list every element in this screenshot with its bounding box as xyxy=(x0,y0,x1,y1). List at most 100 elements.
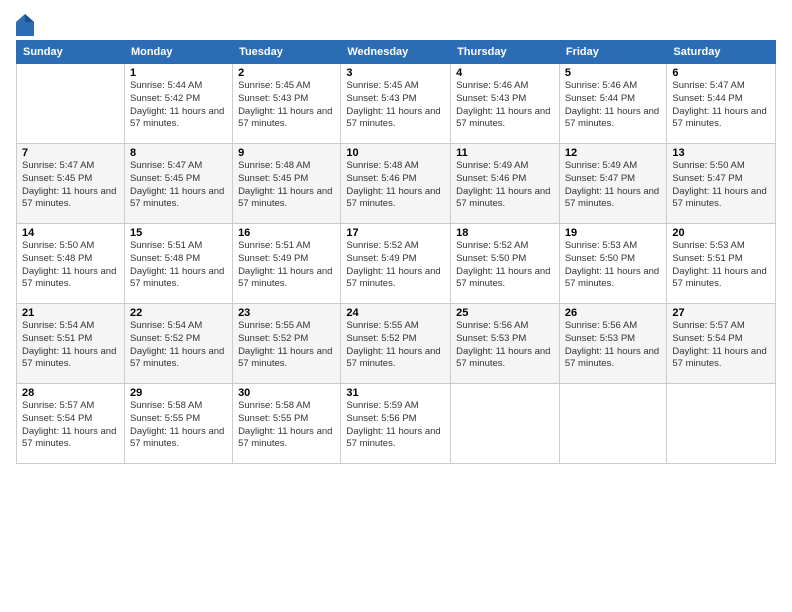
calendar-cell: 17Sunrise: 5:52 AM Sunset: 5:49 PM Dayli… xyxy=(341,224,451,304)
day-info: Sunrise: 5:52 AM Sunset: 5:49 PM Dayligh… xyxy=(346,240,445,291)
day-number: 25 xyxy=(456,307,554,319)
day-number: 22 xyxy=(130,307,227,319)
day-number: 4 xyxy=(456,67,554,79)
day-number: 3 xyxy=(346,67,445,79)
day-number: 17 xyxy=(346,227,445,239)
calendar-header-row: SundayMondayTuesdayWednesdayThursdayFrid… xyxy=(17,41,776,64)
day-number: 19 xyxy=(565,227,662,239)
calendar-cell: 19Sunrise: 5:53 AM Sunset: 5:50 PM Dayli… xyxy=(559,224,667,304)
day-number: 20 xyxy=(672,227,770,239)
calendar-cell xyxy=(667,384,776,464)
day-info: Sunrise: 5:53 AM Sunset: 5:50 PM Dayligh… xyxy=(565,240,662,291)
day-info: Sunrise: 5:51 AM Sunset: 5:49 PM Dayligh… xyxy=(238,240,335,291)
day-number: 15 xyxy=(130,227,227,239)
calendar-cell: 31Sunrise: 5:59 AM Sunset: 5:56 PM Dayli… xyxy=(341,384,451,464)
day-header-thursday: Thursday xyxy=(451,41,560,64)
day-number: 12 xyxy=(565,147,662,159)
day-info: Sunrise: 5:53 AM Sunset: 5:51 PM Dayligh… xyxy=(672,240,770,291)
week-row-2: 14Sunrise: 5:50 AM Sunset: 5:48 PM Dayli… xyxy=(17,224,776,304)
day-header-monday: Monday xyxy=(124,41,232,64)
calendar-cell: 8Sunrise: 5:47 AM Sunset: 5:45 PM Daylig… xyxy=(124,144,232,224)
day-info: Sunrise: 5:46 AM Sunset: 5:43 PM Dayligh… xyxy=(456,80,554,131)
day-info: Sunrise: 5:54 AM Sunset: 5:52 PM Dayligh… xyxy=(130,320,227,371)
day-info: Sunrise: 5:50 AM Sunset: 5:47 PM Dayligh… xyxy=(672,160,770,211)
day-info: Sunrise: 5:59 AM Sunset: 5:56 PM Dayligh… xyxy=(346,400,445,451)
week-row-1: 7Sunrise: 5:47 AM Sunset: 5:45 PM Daylig… xyxy=(17,144,776,224)
calendar-cell: 7Sunrise: 5:47 AM Sunset: 5:45 PM Daylig… xyxy=(17,144,125,224)
calendar-cell xyxy=(451,384,560,464)
day-info: Sunrise: 5:49 AM Sunset: 5:47 PM Dayligh… xyxy=(565,160,662,211)
calendar-table: SundayMondayTuesdayWednesdayThursdayFrid… xyxy=(16,40,776,464)
day-info: Sunrise: 5:51 AM Sunset: 5:48 PM Dayligh… xyxy=(130,240,227,291)
day-number: 14 xyxy=(22,227,119,239)
day-number: 13 xyxy=(672,147,770,159)
day-number: 10 xyxy=(346,147,445,159)
day-number: 2 xyxy=(238,67,335,79)
calendar-cell: 15Sunrise: 5:51 AM Sunset: 5:48 PM Dayli… xyxy=(124,224,232,304)
calendar-cell: 18Sunrise: 5:52 AM Sunset: 5:50 PM Dayli… xyxy=(451,224,560,304)
day-info: Sunrise: 5:45 AM Sunset: 5:43 PM Dayligh… xyxy=(346,80,445,131)
calendar-cell: 24Sunrise: 5:55 AM Sunset: 5:52 PM Dayli… xyxy=(341,304,451,384)
day-number: 31 xyxy=(346,387,445,399)
day-info: Sunrise: 5:48 AM Sunset: 5:46 PM Dayligh… xyxy=(346,160,445,211)
day-info: Sunrise: 5:58 AM Sunset: 5:55 PM Dayligh… xyxy=(238,400,335,451)
day-number: 26 xyxy=(565,307,662,319)
day-number: 27 xyxy=(672,307,770,319)
day-header-wednesday: Wednesday xyxy=(341,41,451,64)
day-number: 6 xyxy=(672,67,770,79)
day-info: Sunrise: 5:47 AM Sunset: 5:44 PM Dayligh… xyxy=(672,80,770,131)
calendar-cell: 9Sunrise: 5:48 AM Sunset: 5:45 PM Daylig… xyxy=(233,144,341,224)
day-info: Sunrise: 5:47 AM Sunset: 5:45 PM Dayligh… xyxy=(22,160,119,211)
calendar-cell: 26Sunrise: 5:56 AM Sunset: 5:53 PM Dayli… xyxy=(559,304,667,384)
day-number: 5 xyxy=(565,67,662,79)
day-header-friday: Friday xyxy=(559,41,667,64)
calendar-cell: 20Sunrise: 5:53 AM Sunset: 5:51 PM Dayli… xyxy=(667,224,776,304)
day-info: Sunrise: 5:55 AM Sunset: 5:52 PM Dayligh… xyxy=(238,320,335,371)
day-info: Sunrise: 5:56 AM Sunset: 5:53 PM Dayligh… xyxy=(565,320,662,371)
calendar-cell xyxy=(559,384,667,464)
calendar-cell: 29Sunrise: 5:58 AM Sunset: 5:55 PM Dayli… xyxy=(124,384,232,464)
day-info: Sunrise: 5:57 AM Sunset: 5:54 PM Dayligh… xyxy=(22,400,119,451)
calendar-cell: 16Sunrise: 5:51 AM Sunset: 5:49 PM Dayli… xyxy=(233,224,341,304)
week-row-0: 1Sunrise: 5:44 AM Sunset: 5:42 PM Daylig… xyxy=(17,64,776,144)
day-info: Sunrise: 5:52 AM Sunset: 5:50 PM Dayligh… xyxy=(456,240,554,291)
calendar-cell: 10Sunrise: 5:48 AM Sunset: 5:46 PM Dayli… xyxy=(341,144,451,224)
calendar-cell: 1Sunrise: 5:44 AM Sunset: 5:42 PM Daylig… xyxy=(124,64,232,144)
week-row-4: 28Sunrise: 5:57 AM Sunset: 5:54 PM Dayli… xyxy=(17,384,776,464)
day-number: 16 xyxy=(238,227,335,239)
calendar-cell: 21Sunrise: 5:54 AM Sunset: 5:51 PM Dayli… xyxy=(17,304,125,384)
week-row-3: 21Sunrise: 5:54 AM Sunset: 5:51 PM Dayli… xyxy=(17,304,776,384)
day-info: Sunrise: 5:54 AM Sunset: 5:51 PM Dayligh… xyxy=(22,320,119,371)
calendar-cell xyxy=(17,64,125,144)
calendar-cell: 28Sunrise: 5:57 AM Sunset: 5:54 PM Dayli… xyxy=(17,384,125,464)
calendar-cell: 14Sunrise: 5:50 AM Sunset: 5:48 PM Dayli… xyxy=(17,224,125,304)
calendar-cell: 27Sunrise: 5:57 AM Sunset: 5:54 PM Dayli… xyxy=(667,304,776,384)
day-number: 23 xyxy=(238,307,335,319)
calendar-cell: 22Sunrise: 5:54 AM Sunset: 5:52 PM Dayli… xyxy=(124,304,232,384)
day-info: Sunrise: 5:55 AM Sunset: 5:52 PM Dayligh… xyxy=(346,320,445,371)
calendar-cell: 23Sunrise: 5:55 AM Sunset: 5:52 PM Dayli… xyxy=(233,304,341,384)
day-header-sunday: Sunday xyxy=(17,41,125,64)
logo-icon xyxy=(16,14,34,36)
calendar-cell: 13Sunrise: 5:50 AM Sunset: 5:47 PM Dayli… xyxy=(667,144,776,224)
day-header-saturday: Saturday xyxy=(667,41,776,64)
day-info: Sunrise: 5:48 AM Sunset: 5:45 PM Dayligh… xyxy=(238,160,335,211)
calendar-cell: 12Sunrise: 5:49 AM Sunset: 5:47 PM Dayli… xyxy=(559,144,667,224)
calendar-cell: 3Sunrise: 5:45 AM Sunset: 5:43 PM Daylig… xyxy=(341,64,451,144)
calendar-cell: 5Sunrise: 5:46 AM Sunset: 5:44 PM Daylig… xyxy=(559,64,667,144)
calendar-cell: 2Sunrise: 5:45 AM Sunset: 5:43 PM Daylig… xyxy=(233,64,341,144)
day-number: 21 xyxy=(22,307,119,319)
day-info: Sunrise: 5:56 AM Sunset: 5:53 PM Dayligh… xyxy=(456,320,554,371)
day-number: 29 xyxy=(130,387,227,399)
day-info: Sunrise: 5:45 AM Sunset: 5:43 PM Dayligh… xyxy=(238,80,335,131)
calendar-cell: 30Sunrise: 5:58 AM Sunset: 5:55 PM Dayli… xyxy=(233,384,341,464)
day-number: 18 xyxy=(456,227,554,239)
day-info: Sunrise: 5:49 AM Sunset: 5:46 PM Dayligh… xyxy=(456,160,554,211)
day-info: Sunrise: 5:57 AM Sunset: 5:54 PM Dayligh… xyxy=(672,320,770,371)
day-number: 1 xyxy=(130,67,227,79)
header xyxy=(16,10,776,36)
logo xyxy=(16,14,37,36)
day-header-tuesday: Tuesday xyxy=(233,41,341,64)
day-info: Sunrise: 5:47 AM Sunset: 5:45 PM Dayligh… xyxy=(130,160,227,211)
day-number: 9 xyxy=(238,147,335,159)
